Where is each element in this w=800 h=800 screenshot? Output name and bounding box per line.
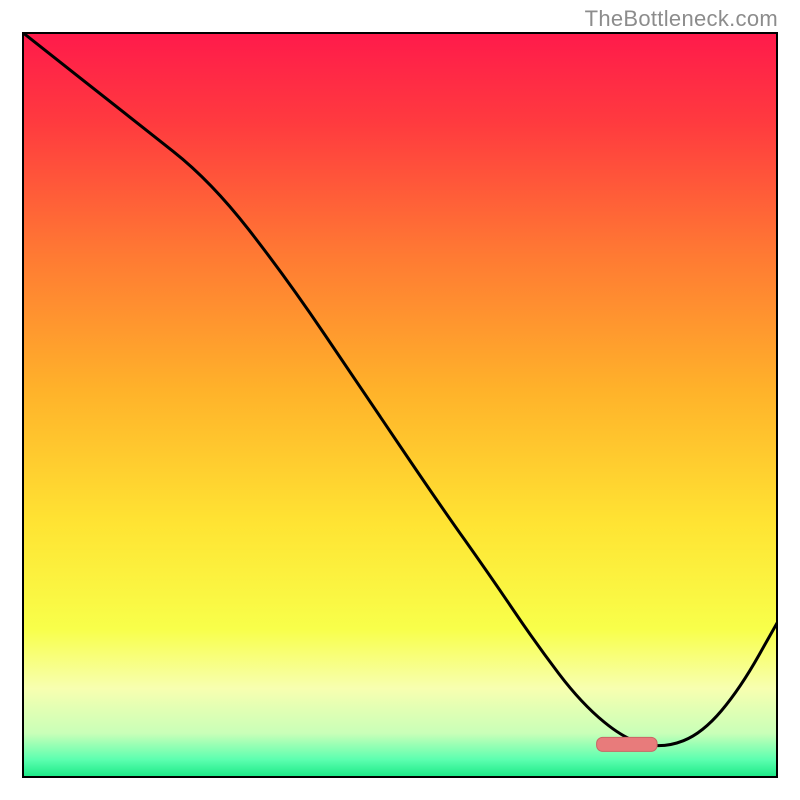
chart-container: TheBottleneck.com: [0, 0, 800, 800]
plot-area: [22, 32, 778, 778]
watermark-text: TheBottleneck.com: [585, 6, 778, 32]
bottleneck-curve: [22, 32, 778, 746]
curve-layer: [22, 32, 778, 778]
optimal-marker: [597, 737, 658, 751]
